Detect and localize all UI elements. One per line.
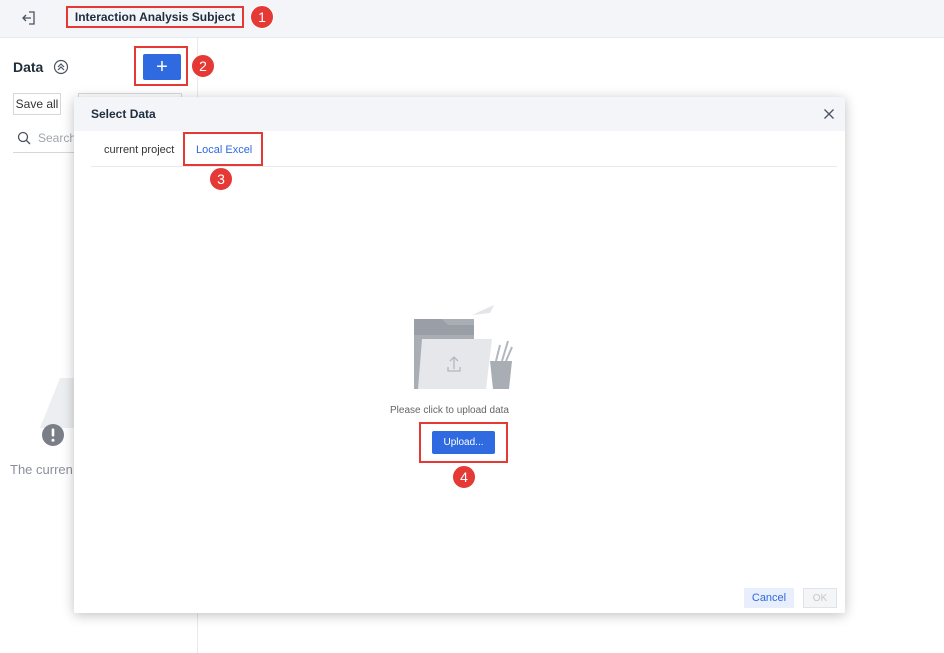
annotation-badge-3: 3 [209, 167, 233, 191]
tab-local-excel[interactable]: Local Excel [196, 144, 252, 156]
collapse-up-icon[interactable] [53, 59, 69, 75]
annotation-badge-4: 4 [452, 465, 476, 489]
folder-upload-icon [414, 305, 513, 389]
ok-button[interactable]: OK [803, 588, 837, 608]
upload-hint-text: Please click to upload data [390, 405, 509, 416]
dialog-header: Select Data [74, 97, 845, 131]
search-icon [17, 131, 31, 145]
add-data-button[interactable]: + [143, 54, 181, 80]
warning-icon [42, 424, 64, 446]
select-data-dialog: Select Data current project Local Excel … [74, 97, 845, 613]
empty-state-text: The curren [10, 462, 73, 477]
tab-current-project[interactable]: current project [104, 144, 174, 156]
data-panel-title: Data [13, 59, 44, 75]
dialog-tabs: current project Local Excel 3 [91, 132, 837, 191]
annotation-badge-2: 2 [191, 54, 215, 78]
cancel-button[interactable]: Cancel [744, 588, 794, 608]
annotation-badge-1: 1 [250, 5, 274, 29]
upload-button[interactable]: Upload... [432, 431, 495, 454]
save-all-button[interactable]: Save all [13, 93, 61, 115]
page-title: Interaction Analysis Subject [66, 6, 244, 28]
dialog-title: Select Data [91, 107, 156, 121]
exit-icon[interactable] [20, 9, 38, 27]
top-bar: Interaction Analysis Subject 1 [0, 0, 944, 38]
close-icon[interactable] [823, 108, 835, 120]
